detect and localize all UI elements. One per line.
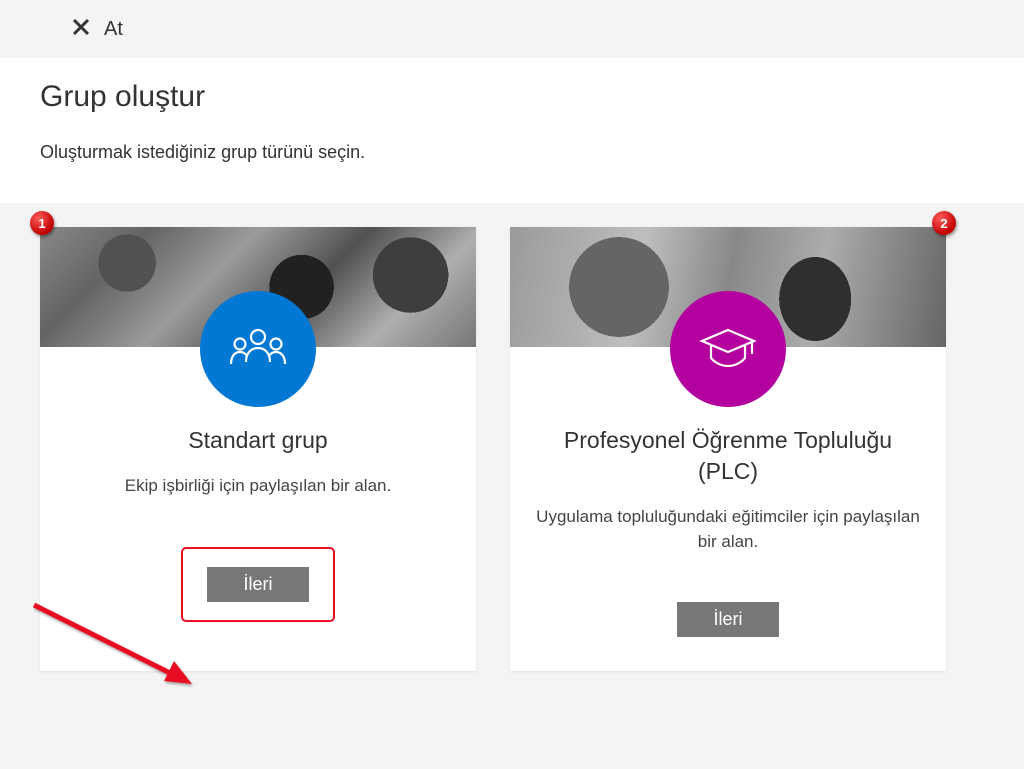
card-title: Standart grup [64, 425, 452, 456]
people-icon [200, 291, 316, 407]
group-type-card-standard: 1 Standart grup Ekip işbirliği için payl… [40, 227, 476, 671]
card-description: Ekip işbirliği için paylaşılan bir alan. [64, 474, 452, 499]
graduation-cap-icon [670, 291, 786, 407]
page-title: Grup oluştur [40, 80, 984, 114]
cards-section: 1 Standart grup Ekip işbirliği için payl… [0, 203, 1024, 711]
close-icon [72, 18, 90, 40]
card-description: Uygulama topluluğundaki eğitimciler için… [534, 505, 922, 554]
header-section: Grup oluştur Oluşturmak istediğiniz grup… [0, 58, 1024, 203]
card-title: Profesyonel Öğrenme Topluluğu (PLC) [534, 425, 922, 487]
discard-button[interactable]: At [72, 18, 123, 41]
step-badge: 1 [30, 211, 54, 235]
highlight-box: İleri [181, 547, 334, 622]
top-bar: At [0, 0, 1024, 58]
discard-label: At [104, 18, 123, 41]
page-subtitle: Oluşturmak istediğiniz grup türünü seçin… [40, 142, 984, 163]
next-button[interactable]: İleri [207, 567, 308, 602]
group-type-card-plc: 2 Profesyonel Öğrenme Topluluğu (PLC) Uy… [510, 227, 946, 671]
step-badge: 2 [932, 211, 956, 235]
next-button[interactable]: İleri [677, 602, 778, 637]
